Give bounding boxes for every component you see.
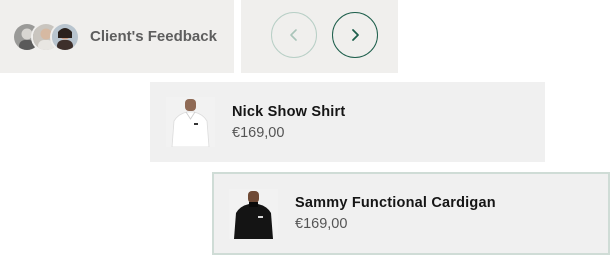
client-feedback-label: Client's Feedback	[90, 28, 217, 45]
product-price: €169,00	[232, 124, 285, 141]
previous-button[interactable]	[271, 12, 317, 58]
chevron-left-icon	[290, 29, 297, 41]
product-name[interactable]: Sammy Functional Cardigan	[295, 195, 496, 211]
client-feedback-bar[interactable]: Client's Feedback	[0, 0, 234, 73]
product-card[interactable]: Nick Show Shirt €169,00	[150, 82, 545, 162]
product-image[interactable]	[166, 97, 215, 147]
product-card-selected[interactable]: Sammy Functional Cardigan €169,00	[212, 172, 610, 255]
product-name[interactable]: Nick Show Shirt	[232, 104, 345, 120]
chevron-right-icon	[352, 29, 359, 41]
avatar-stack	[12, 21, 80, 52]
product-price: €169,00	[295, 216, 348, 232]
avatar	[50, 21, 80, 52]
carousel-widget: Client's Feedback Nick Show Shirt €169,0…	[0, 0, 610, 255]
product-image[interactable]	[229, 188, 278, 239]
carousel-navigation	[241, 0, 398, 73]
next-button[interactable]	[332, 12, 378, 58]
